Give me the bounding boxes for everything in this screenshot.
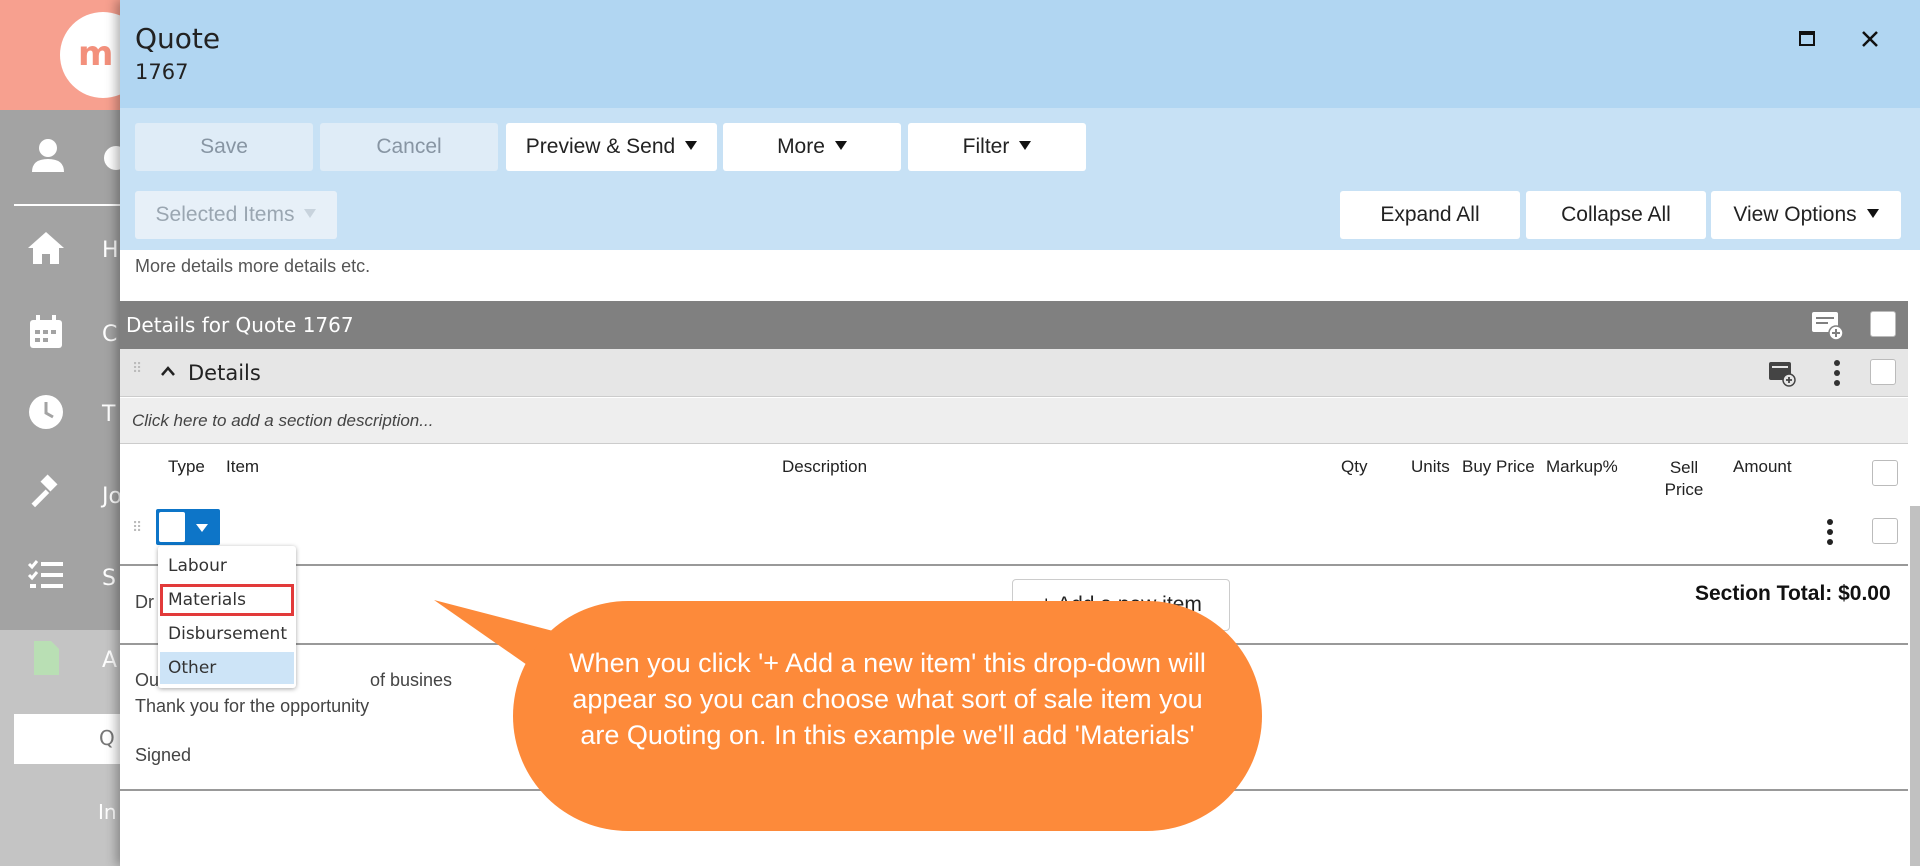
cancel-button[interactable]: Cancel	[320, 123, 498, 171]
col-markup: Markup%	[1546, 457, 1618, 476]
document-icon	[34, 641, 59, 675]
scrollbar[interactable]	[1910, 506, 1920, 866]
sidebar-item-label: C	[102, 322, 118, 347]
sidebar-item-home[interactable]: H	[0, 210, 130, 290]
col-sell-price: Sell Price	[1664, 458, 1704, 499]
quote-modal: Quote 1767 Save Cancel Preview & Send Mo…	[120, 0, 1920, 866]
filter-label: Filter	[962, 135, 1010, 158]
col-description: Description	[782, 457, 868, 476]
details-bar-title: Details for Quote 1767	[126, 313, 354, 337]
chevron-down-icon	[304, 209, 317, 218]
sidebar-item-jobs[interactable]: Jo	[0, 456, 130, 536]
chevron-down-icon	[1866, 209, 1879, 218]
sidebar-item-label: Q	[99, 726, 115, 750]
tutorial-callout: When you click '+ Add a new item' this d…	[513, 601, 1262, 831]
preview-send-label: Preview & Send	[525, 135, 676, 158]
user-icon	[32, 139, 64, 172]
section-checkbox[interactable]	[1870, 359, 1896, 385]
dropdown-option-disbursement[interactable]: Disbursement	[160, 618, 294, 650]
item-checkbox[interactable]	[1872, 518, 1898, 544]
section-total: Section Total: $0.00	[1695, 582, 1891, 605]
sidebar-item-calendar[interactable]: C	[0, 294, 130, 374]
section-title[interactable]: Details	[188, 361, 261, 385]
modal-title: Quote	[135, 22, 221, 55]
add-section-icon[interactable]	[1810, 309, 1844, 341]
sidebar-item-time[interactable]: T	[0, 374, 130, 454]
section-description-placeholder[interactable]: Click here to add a section description.…	[132, 411, 433, 431]
save-button[interactable]: Save	[135, 123, 313, 171]
sidebar-item-quotes[interactable]: Q	[14, 714, 124, 764]
more-label: More	[777, 135, 825, 158]
maximize-icon[interactable]	[1792, 24, 1822, 54]
col-amount: Amount	[1733, 457, 1792, 476]
details-bar: Details for Quote 1767	[120, 301, 1908, 349]
quote-details-text: More details more details etc.	[135, 256, 371, 276]
footer-thank-you: Thank you for the opportunity	[135, 696, 370, 716]
column-select-checkbox[interactable]	[1872, 460, 1898, 486]
sidebar-item-label: S	[102, 566, 116, 591]
footer-signed: Signed	[135, 745, 192, 765]
selected-items-label: Selected Items	[155, 203, 295, 226]
chevron-up-icon[interactable]	[160, 365, 176, 377]
close-icon[interactable]	[1855, 24, 1885, 54]
clock-icon	[29, 395, 63, 429]
chevron-down-icon	[196, 524, 208, 532]
preview-send-button[interactable]: Preview & Send	[506, 123, 717, 171]
app-sidebar: m H C T Jo S A Q In	[0, 0, 146, 866]
type-select[interactable]	[156, 509, 220, 545]
chevron-down-icon	[1019, 141, 1032, 150]
quote-number: 1767	[135, 60, 189, 84]
sidebar-item-label: A	[102, 648, 118, 673]
type-select-value	[159, 512, 185, 542]
view-options-label: View Options	[1733, 203, 1857, 226]
drag-handle-icon[interactable]: ⠿	[132, 521, 142, 535]
modal-toolbar: Save Cancel Preview & Send More Filter S…	[120, 108, 1920, 250]
sidebar-item-label: Jo	[102, 484, 122, 509]
more-button[interactable]: More	[723, 123, 901, 171]
dropdown-option-labour[interactable]: Labour	[160, 550, 294, 582]
col-item: Item	[226, 457, 260, 476]
sidebar-item-accounts[interactable]: A	[0, 620, 130, 700]
select-all-checkbox[interactable]	[1870, 311, 1896, 337]
callout-text: When you click '+ Add a new item' this d…	[569, 648, 1206, 750]
section-notes-text: Dr	[135, 592, 154, 612]
user-nav-row[interactable]	[0, 120, 130, 200]
col-buy-price: Buy Price	[1462, 457, 1535, 476]
view-options-button[interactable]: View Options	[1711, 191, 1901, 239]
sidebar-item-invoices[interactable]: In	[98, 800, 117, 824]
chevron-down-icon	[834, 141, 847, 150]
divider	[120, 564, 1908, 566]
checklist-icon	[27, 560, 63, 588]
app-brand-area: m	[0, 0, 146, 110]
more-vertical-icon[interactable]	[1825, 518, 1835, 546]
expand-all-button[interactable]: Expand All	[1340, 191, 1520, 239]
more-vertical-icon[interactable]	[1832, 359, 1842, 387]
col-qty: Qty	[1341, 457, 1368, 476]
col-type: Type	[168, 457, 205, 476]
dropdown-option-other[interactable]: Other	[160, 652, 294, 684]
sidebar-item-label: H	[102, 238, 119, 263]
selected-items-button[interactable]: Selected Items	[135, 191, 337, 239]
home-icon	[28, 232, 64, 264]
dropdown-option-materials[interactable]: Materials	[160, 584, 294, 616]
gavel-icon	[31, 474, 58, 508]
footer-text-start: Ou	[135, 670, 160, 690]
section-header[interactable]: ⠿ Details	[120, 349, 1908, 397]
collapse-all-button[interactable]: Collapse All	[1526, 191, 1706, 239]
rail-divider	[14, 204, 124, 206]
type-dropdown-menu: Labour Materials Disbursement Other	[158, 546, 296, 688]
add-item-icon[interactable]	[1767, 359, 1797, 387]
chevron-down-icon	[685, 141, 698, 150]
col-units: Units	[1411, 457, 1450, 476]
section-description[interactable]: Click here to add a section description.…	[120, 398, 1908, 444]
sidebar-item-label: T	[102, 402, 116, 427]
modal-header: Quote 1767	[120, 0, 1920, 108]
drag-handle-icon[interactable]: ⠿	[132, 362, 142, 376]
filter-button[interactable]: Filter	[908, 123, 1086, 171]
calendar-icon	[30, 315, 62, 348]
sidebar-item-schedule[interactable]: S	[0, 538, 130, 618]
